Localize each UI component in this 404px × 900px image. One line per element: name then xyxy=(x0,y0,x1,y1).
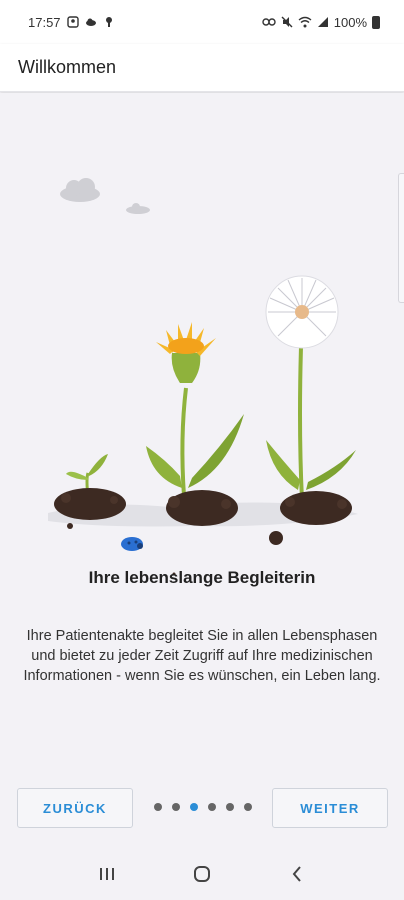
wifi-icon xyxy=(298,16,312,28)
recent-apps-button[interactable] xyxy=(92,859,122,889)
page-dot-6 xyxy=(244,803,252,811)
status-left: 17:57 xyxy=(28,15,115,30)
onboarding-content[interactable]: Ihre lebenslange Begleiterin Ihre Patien… xyxy=(0,93,404,783)
chevron-left-icon xyxy=(292,866,301,882)
mute-icon xyxy=(281,16,293,28)
recent-apps-icon xyxy=(100,868,115,880)
cloud-illustration xyxy=(60,178,150,214)
location-icon xyxy=(105,17,112,27)
ladybug-illustration xyxy=(121,537,143,551)
back-nav-button[interactable] xyxy=(282,859,312,889)
cloud-icon xyxy=(85,18,96,26)
slide-heading: Ihre lebenslange Begleiterin xyxy=(88,568,316,587)
dandelion-seed-plant xyxy=(265,275,356,525)
system-navigation-bar xyxy=(0,848,404,900)
notification-icon xyxy=(66,16,79,28)
battery-percent: 100% xyxy=(333,14,367,30)
link-icon xyxy=(262,18,276,26)
page-dot-1 xyxy=(154,803,162,811)
dandelion-flower-plant xyxy=(146,322,244,526)
page-dot-5 xyxy=(226,803,234,811)
page-dot-3 xyxy=(190,803,198,811)
growing-plants-illustration xyxy=(48,178,358,576)
back-button[interactable]: ZURÜCK xyxy=(17,788,133,828)
page-dot-2 xyxy=(172,803,180,811)
page-indicator xyxy=(154,803,252,811)
page-dot-4 xyxy=(208,803,216,811)
slide-description: Ihre Patientenakte begleitet Sie in alle… xyxy=(23,628,381,684)
edge-panel-handle[interactable] xyxy=(398,173,404,303)
battery-icon xyxy=(372,15,380,29)
page-title: Willkommen xyxy=(18,57,117,77)
home-button[interactable] xyxy=(187,859,217,889)
next-button[interactable]: WEITER xyxy=(272,788,388,828)
home-icon xyxy=(193,866,210,882)
status-bar: 17:57 100% xyxy=(0,0,404,44)
app-bar: Willkommen xyxy=(0,44,404,92)
status-time: 17:57 xyxy=(28,14,61,30)
signal-icon xyxy=(317,17,328,27)
status-right: 100% xyxy=(262,15,380,30)
